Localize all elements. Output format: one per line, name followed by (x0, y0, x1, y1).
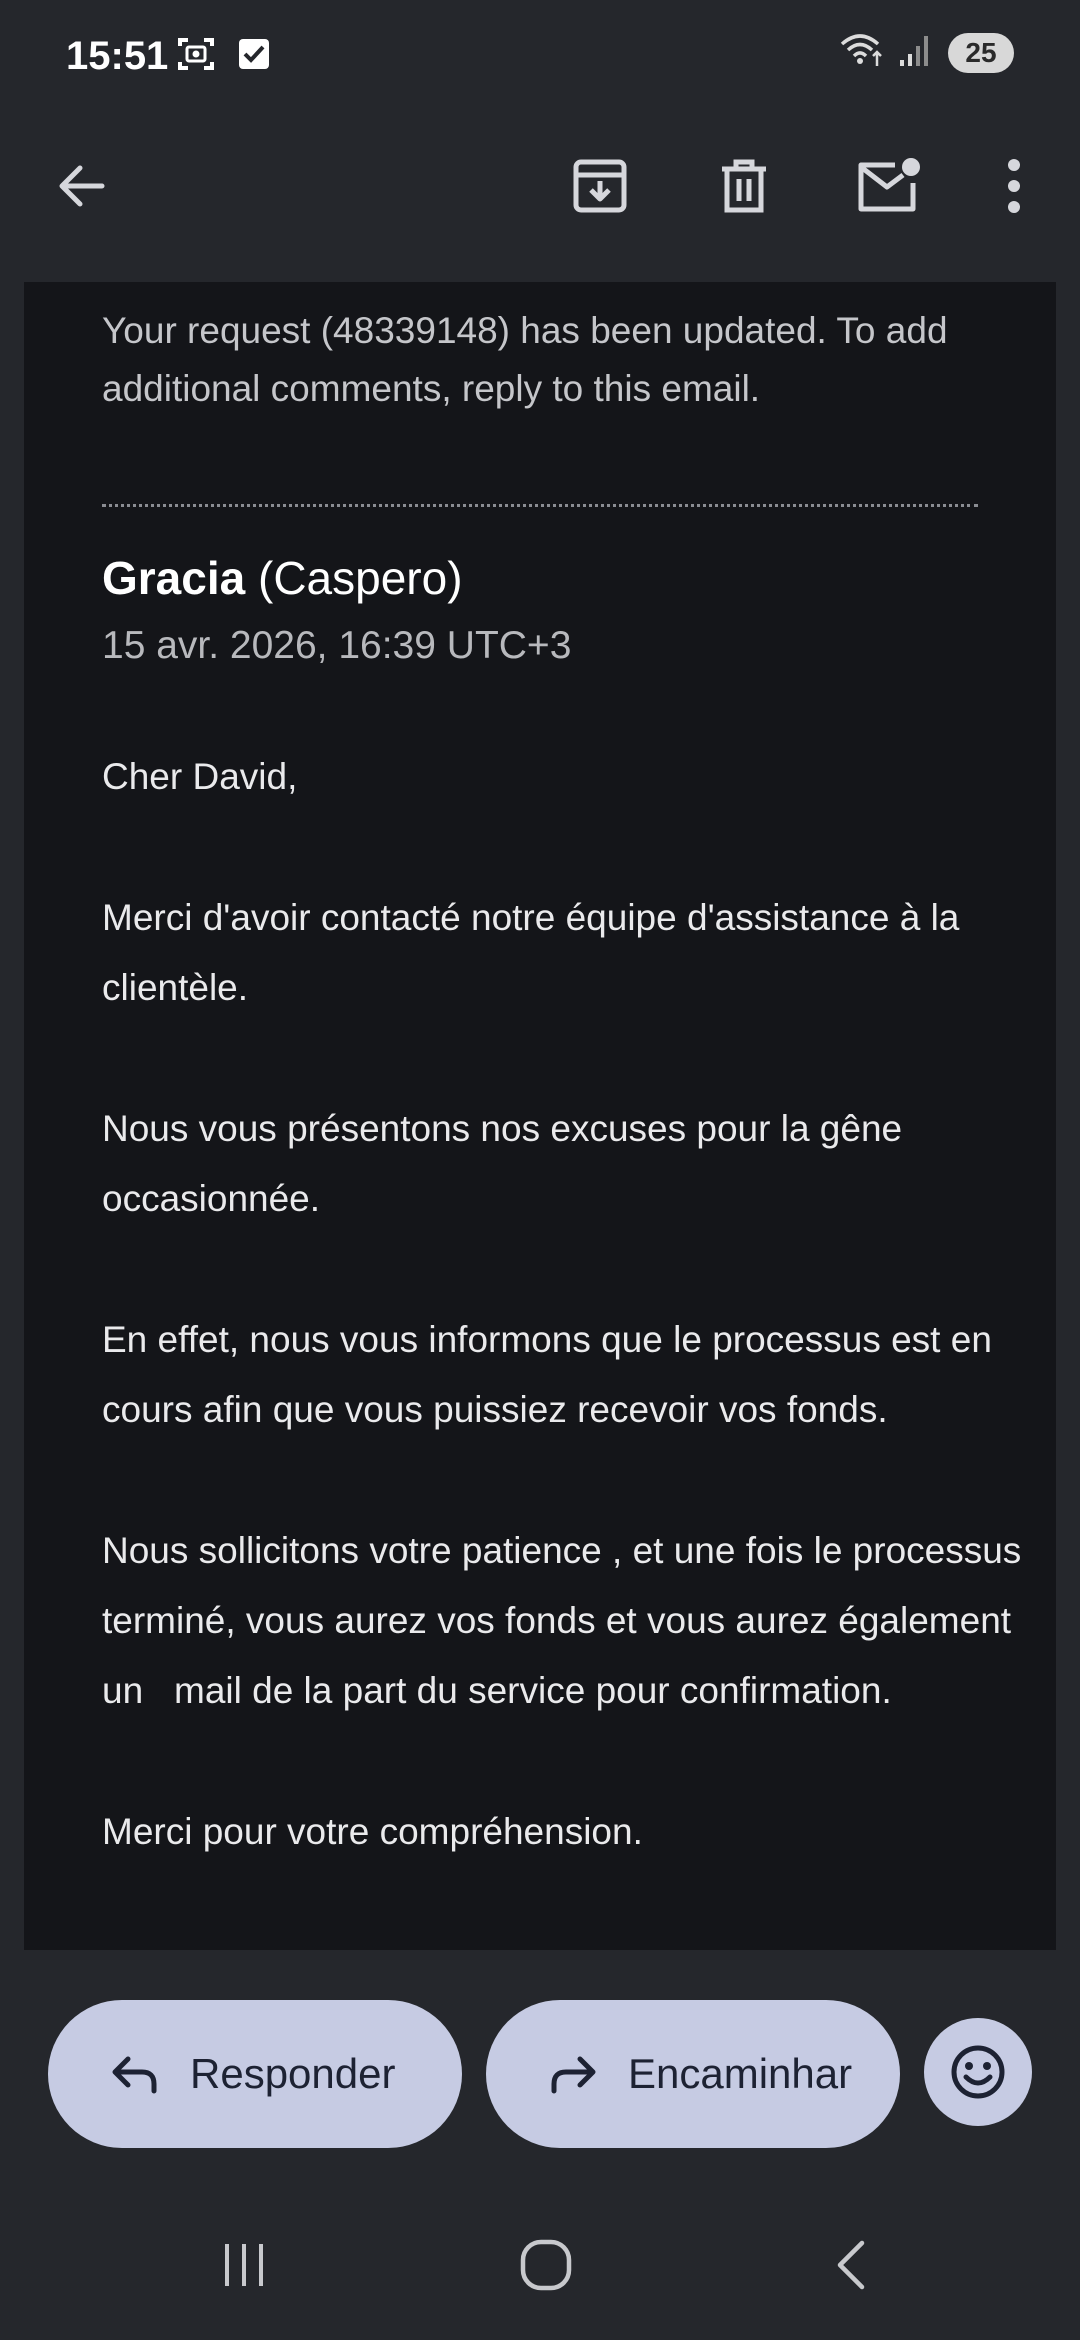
checkbox-icon (236, 36, 272, 77)
body-paragraph: Merci d'avoir contacté notre équipe d'as… (102, 897, 960, 1008)
mark-unread-button[interactable] (840, 138, 936, 234)
reply-button[interactable]: Responder (48, 2000, 462, 2148)
home-button[interactable] (486, 2220, 606, 2310)
back-button[interactable] (34, 138, 130, 234)
emoji-icon (951, 2045, 1005, 2099)
forward-label: Encaminhar (628, 2050, 853, 2097)
emoji-reaction-button[interactable] (924, 2018, 1032, 2126)
forward-button[interactable]: Encaminhar (486, 2000, 900, 2148)
screenshot-icon (176, 34, 216, 79)
home-icon (520, 2239, 572, 2291)
status-left-icons (176, 34, 272, 79)
recent-apps-icon (225, 2244, 263, 2286)
status-time: 15:51 (66, 34, 169, 78)
top-app-bar (0, 110, 1080, 282)
more-vert-icon (1008, 159, 1020, 213)
mark-unread-icon (858, 158, 920, 212)
delete-icon (722, 159, 766, 213)
back-arrow-icon (59, 165, 105, 207)
back-nav-button[interactable] (790, 2220, 910, 2310)
body-paragraph: Nous sollicitons votre patience , et une… (102, 1530, 1032, 1711)
bottom-actions: Responder Encaminhar (0, 1950, 1080, 2190)
sender-line: Gracia (Caspero) (102, 548, 463, 608)
reply-icon (110, 2053, 160, 2095)
forward-icon (548, 2053, 598, 2095)
sender-name: Gracia (102, 552, 246, 604)
email-date: 15 avr. 2026, 16:39 UTC+3 (102, 624, 572, 667)
email-body: Cher David, Merci d'avoir contacté notre… (102, 742, 1022, 1938)
status-bar: 15:51 25 (0, 0, 1080, 110)
status-right: 25 (840, 30, 1014, 75)
body-paragraph: En effet, nous vous informons que le pro… (102, 1319, 992, 1430)
archive-icon (573, 159, 627, 213)
dotted-divider (102, 504, 978, 507)
wifi-icon (840, 30, 884, 75)
reply-label: Responder (190, 2050, 396, 2097)
more-options-button[interactable] (966, 138, 1062, 234)
archive-button[interactable] (552, 138, 648, 234)
recent-apps-button[interactable] (184, 2220, 304, 2310)
signal-icon (898, 30, 934, 75)
battery-indicator: 25 (948, 32, 1014, 73)
chevron-left-icon (837, 2240, 865, 2290)
sender-org: (Caspero) (258, 552, 463, 604)
body-paragraph: Cher David, (102, 756, 298, 797)
navigation-bar (0, 2190, 1080, 2340)
email-intro-text: Your request (48339148) has been updated… (102, 310, 948, 409)
email-content[interactable]: Your request (48339148) has been updated… (24, 282, 1056, 1950)
body-paragraph: Merci pour votre compréhension. (102, 1811, 643, 1852)
delete-button[interactable] (696, 138, 792, 234)
body-paragraph: Nous vous présentons nos excuses pour la… (102, 1108, 903, 1219)
